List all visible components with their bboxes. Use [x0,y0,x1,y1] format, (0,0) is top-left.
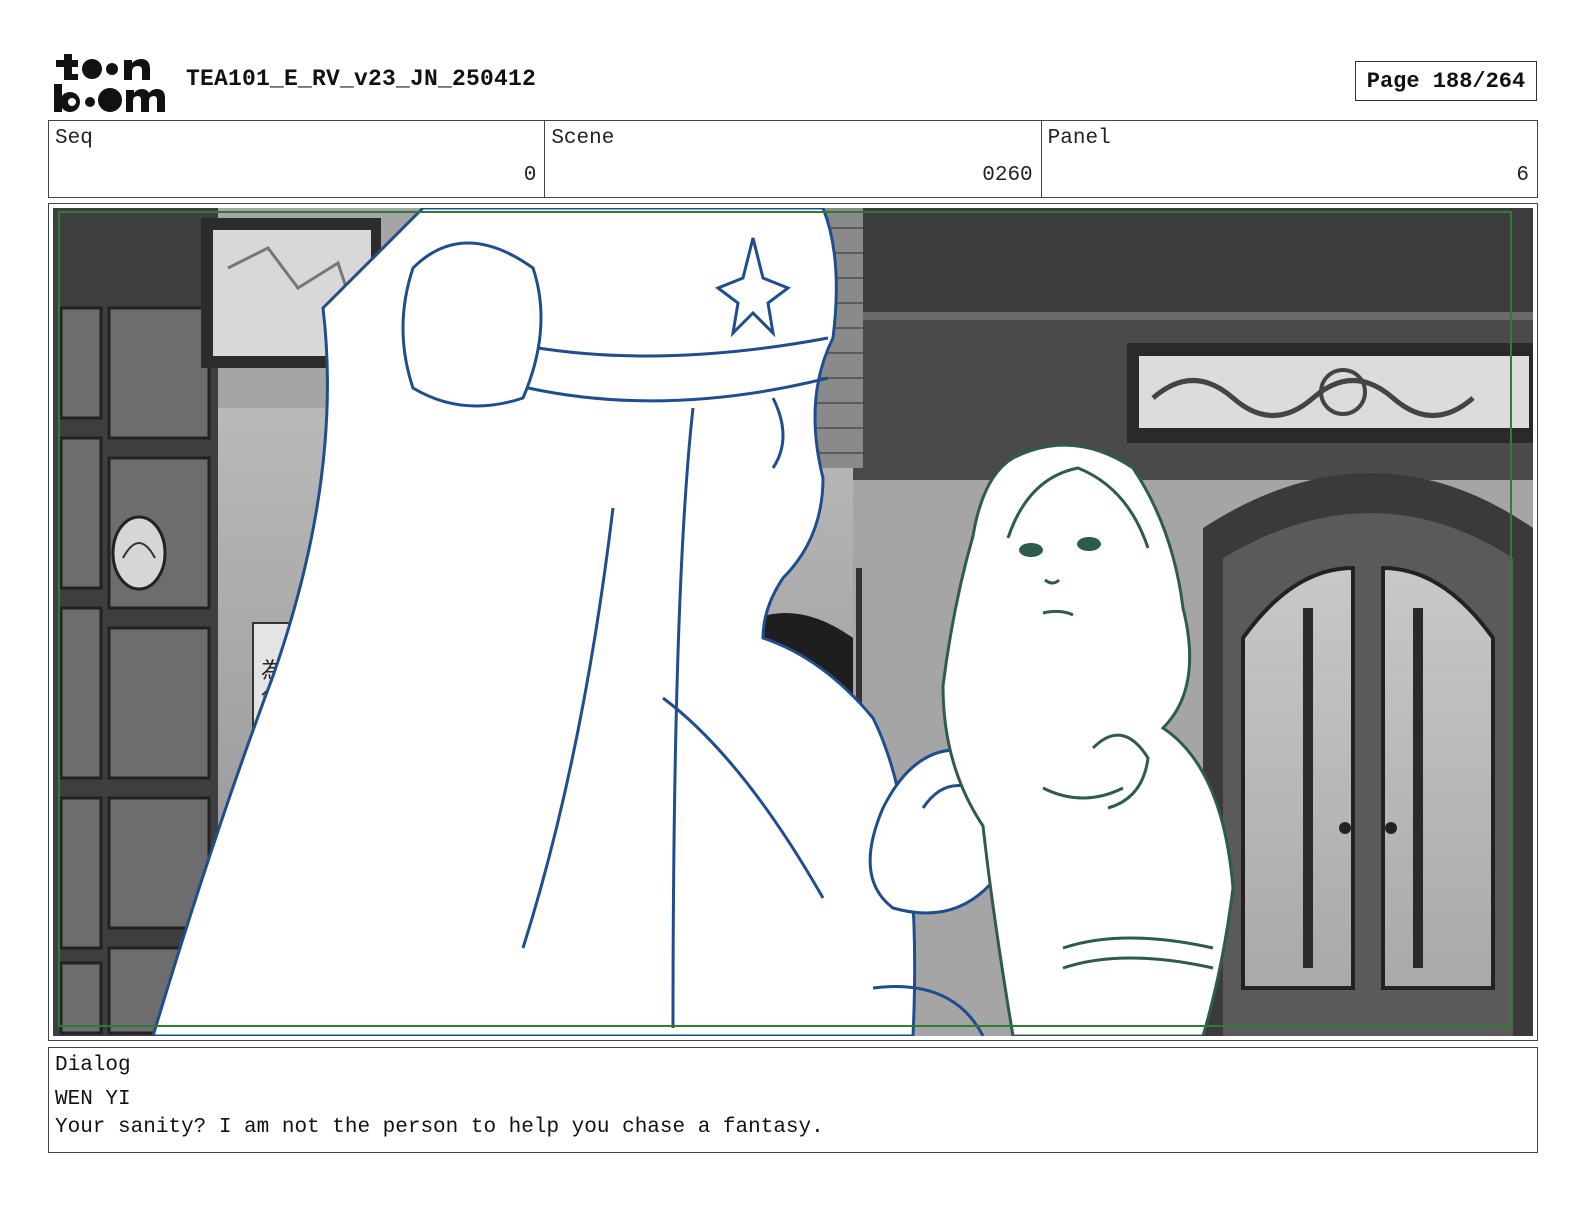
seq-cell: Seq 0 [49,121,546,197]
dialog-box: Dialog WEN YI Your sanity? I am not the … [48,1047,1538,1153]
storyboard-frame-image: 為 飲 [53,208,1533,1036]
dialog-line: Your sanity? I am not the person to help… [55,1116,824,1139]
scene-cell: Scene 0260 [545,121,1042,197]
page-counter: Page 188/264 [1355,61,1537,101]
scene-label: Scene [551,127,615,150]
storyboard-panel: 為 飲 [48,203,1538,1041]
scene-value: 0260 [982,164,1033,187]
document-title: TEA101_E_RV_v23_JN_250412 [186,66,537,92]
panel-value: 6 [1516,164,1529,187]
seq-value: 0 [523,164,537,187]
dialog-speaker: WEN YI [55,1088,131,1111]
seq-label: Seq [55,127,93,150]
shot-info-row: Seq 0 Scene 0260 Panel 6 [48,120,1538,198]
dialog-label: Dialog [55,1054,131,1077]
panel-cell: Panel 6 [1042,121,1537,197]
panel-label: Panel [1047,127,1111,150]
toonboom-logo [50,52,166,114]
